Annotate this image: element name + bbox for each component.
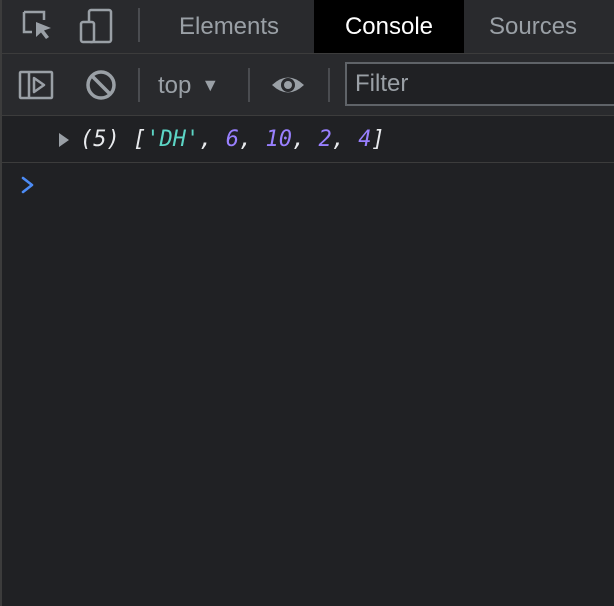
devtools-window: Elements Console Sources top ▼ Filter (5… xyxy=(0,0,614,606)
item-separator: , xyxy=(291,127,319,152)
array-item-number: 4 xyxy=(358,127,372,152)
open-bracket: [ xyxy=(133,127,147,152)
show-console-sidebar-icon[interactable] xyxy=(18,67,54,103)
console-log-entry[interactable]: (5) ['DH', 6, 10, 2, 4] xyxy=(2,117,614,163)
item-separator: , xyxy=(199,127,226,152)
live-expression-eye-icon[interactable] xyxy=(270,67,306,103)
array-preview: (5) ['DH', 6, 10, 2, 4] xyxy=(80,117,385,163)
array-item-number: 6 xyxy=(225,127,239,152)
device-toolbar-icon[interactable] xyxy=(79,8,115,44)
prompt-chevron-icon xyxy=(20,175,36,195)
toolbar-divider xyxy=(328,68,330,102)
array-length: (5) xyxy=(80,127,120,152)
item-separator: , xyxy=(331,127,359,152)
context-label: top xyxy=(158,72,192,99)
toolbar-divider xyxy=(138,68,140,102)
console-toolbar: top ▼ xyxy=(2,54,614,116)
filter-input[interactable] xyxy=(345,62,614,106)
dropdown-arrow-icon: ▼ xyxy=(201,75,220,95)
tab-sources[interactable]: Sources xyxy=(489,0,577,53)
close-bracket: ] xyxy=(371,127,385,152)
toolbar-divider xyxy=(248,68,250,102)
array-item-number: 2 xyxy=(318,127,332,152)
console-prompt[interactable] xyxy=(2,163,614,209)
item-separator: , xyxy=(238,127,266,152)
tab-console[interactable]: Console xyxy=(314,0,464,53)
inspect-element-icon[interactable] xyxy=(20,8,56,44)
array-item-number: 10 xyxy=(265,127,292,152)
tab-elements[interactable]: Elements xyxy=(179,0,279,53)
execution-context-selector[interactable]: top ▼ xyxy=(158,67,219,103)
expand-triangle-icon[interactable] xyxy=(59,133,69,147)
array-item-string: 'DH' xyxy=(146,127,200,152)
devtools-tab-bar: Elements Console Sources xyxy=(2,0,614,54)
clear-console-icon[interactable] xyxy=(83,67,119,103)
tab-bar-divider xyxy=(138,8,140,42)
